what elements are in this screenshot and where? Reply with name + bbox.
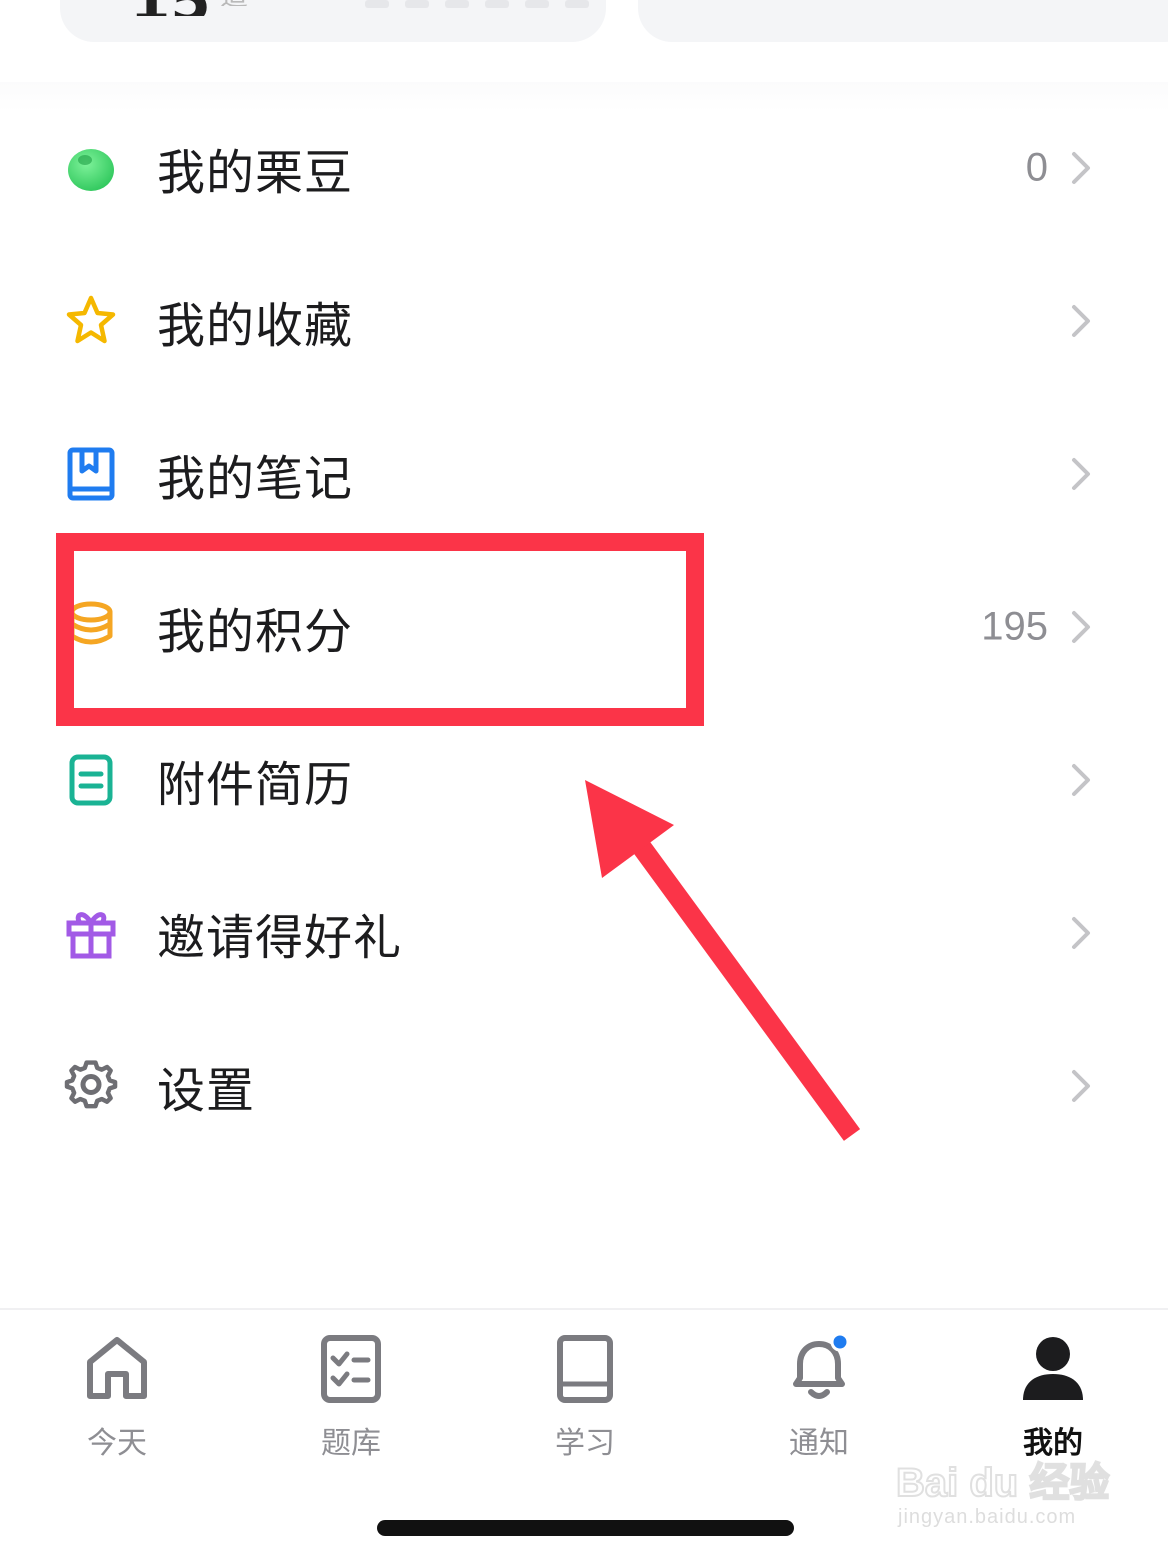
tab-label: 题库	[321, 1426, 381, 1461]
menu-item-my-beans[interactable]: 我的栗豆 0	[0, 91, 1168, 244]
tab-study[interactable]: 学习	[500, 1334, 670, 1474]
user-icon	[1023, 1337, 1083, 1400]
chevron-right-icon	[1072, 763, 1090, 796]
coins-icon	[69, 601, 113, 644]
menu-label: 邀请得好礼	[157, 909, 403, 966]
tab-label: 通知	[789, 1426, 849, 1461]
chevron-right-icon	[1072, 304, 1090, 337]
menu-label: 我的笔记	[157, 450, 354, 507]
star-icon	[66, 295, 116, 343]
menu-value: 0	[1025, 145, 1048, 189]
menu-label: 附件简历	[157, 756, 354, 813]
gift-icon	[66, 911, 116, 958]
book-icon	[557, 1335, 613, 1403]
menu-label: 设置	[157, 1062, 256, 1119]
stat-value: 15	[130, 0, 211, 16]
menu-label: 我的收藏	[157, 297, 354, 354]
menu-item-invite-gift[interactable]: 邀请得好礼	[0, 856, 1168, 1009]
notebook-icon	[67, 447, 115, 500]
menu-item-settings[interactable]: 设置	[0, 1009, 1168, 1162]
menu-label: 我的栗豆	[157, 144, 354, 201]
notification-badge	[830, 1334, 850, 1352]
menu-item-my-notes[interactable]: 我的笔记	[0, 397, 1168, 550]
bell-icon	[793, 1334, 850, 1399]
tab-label: 学习	[555, 1426, 615, 1461]
watermark-brand: Bai du 经验	[895, 1460, 1110, 1506]
stats-card-right[interactable]	[638, 0, 1168, 42]
chevron-right-icon	[1072, 916, 1090, 949]
stats-card-left[interactable]: 15 道	[60, 0, 606, 42]
menu-item-attached-resume[interactable]: 附件简历	[0, 703, 1168, 856]
chevron-right-icon	[1072, 151, 1090, 184]
chevron-right-icon	[1072, 610, 1090, 643]
bean-icon	[68, 148, 114, 191]
home-indicator[interactable]	[377, 1520, 794, 1536]
stat-unit: 道	[220, 0, 248, 6]
tab-notifications[interactable]: 通知	[734, 1334, 904, 1474]
chevron-right-icon	[1072, 457, 1090, 490]
baidu-jingyan-watermark: Bai du 经验 jingyan.baidu.com	[880, 1430, 1140, 1540]
menu-value: 195	[981, 604, 1048, 648]
home-icon	[87, 1337, 147, 1399]
chevron-right-icon	[1072, 1069, 1090, 1102]
tab-today[interactable]: 今天	[32, 1334, 202, 1474]
menu-item-my-favorites[interactable]: 我的收藏	[0, 244, 1168, 397]
gear-icon	[64, 1059, 118, 1108]
watermark-url: jingyan.baidu.com	[898, 1506, 1077, 1528]
tab-label: 今天	[87, 1426, 147, 1461]
question-bank-icon	[321, 1335, 381, 1403]
tab-question-bank[interactable]: 题库	[266, 1334, 436, 1474]
stat-placeholder	[365, 0, 589, 8]
resume-icon	[69, 754, 113, 805]
menu-item-my-points[interactable]: 我的积分 195	[0, 550, 1168, 703]
menu-label: 我的积分	[157, 603, 354, 660]
